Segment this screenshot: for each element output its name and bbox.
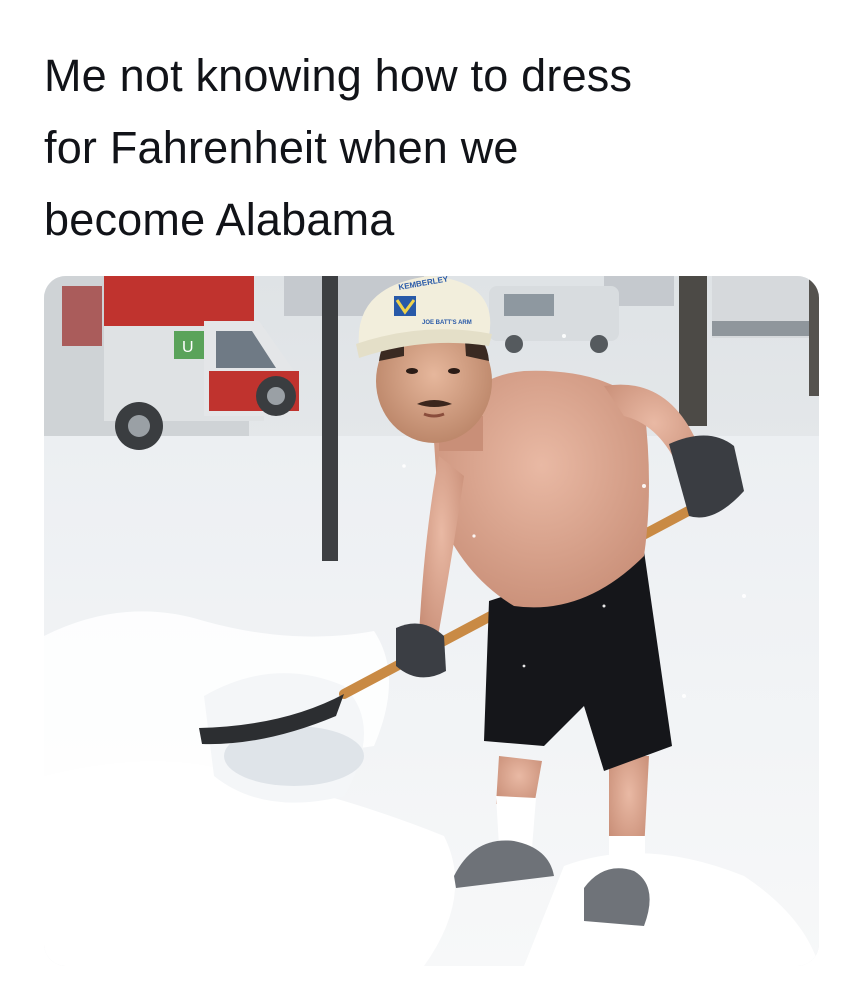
tree-trunk <box>679 276 707 426</box>
truck-sign-text: U <box>182 339 194 356</box>
left-glove <box>396 623 446 678</box>
snow-shoveling-scene: U KEMBERLEY JOE BATT'S ARM <box>44 276 819 966</box>
meme-caption: Me not knowing how to dress for Fahrenhe… <box>44 40 824 256</box>
meme-photo[interactable]: U KEMBERLEY JOE BATT'S ARM <box>44 276 819 966</box>
street-pole <box>322 276 338 561</box>
caption-line-1: Me not knowing how to dress <box>44 50 633 101</box>
caption-line-3: become Alabama <box>44 194 395 245</box>
cap-text-bottom: JOE BATT'S ARM <box>422 320 472 326</box>
tree-trunk-right <box>809 276 819 396</box>
caption-line-2: for Fahrenheit when we <box>44 122 519 173</box>
meme-post: Me not knowing how to dress for Fahrenhe… <box>0 0 862 1000</box>
